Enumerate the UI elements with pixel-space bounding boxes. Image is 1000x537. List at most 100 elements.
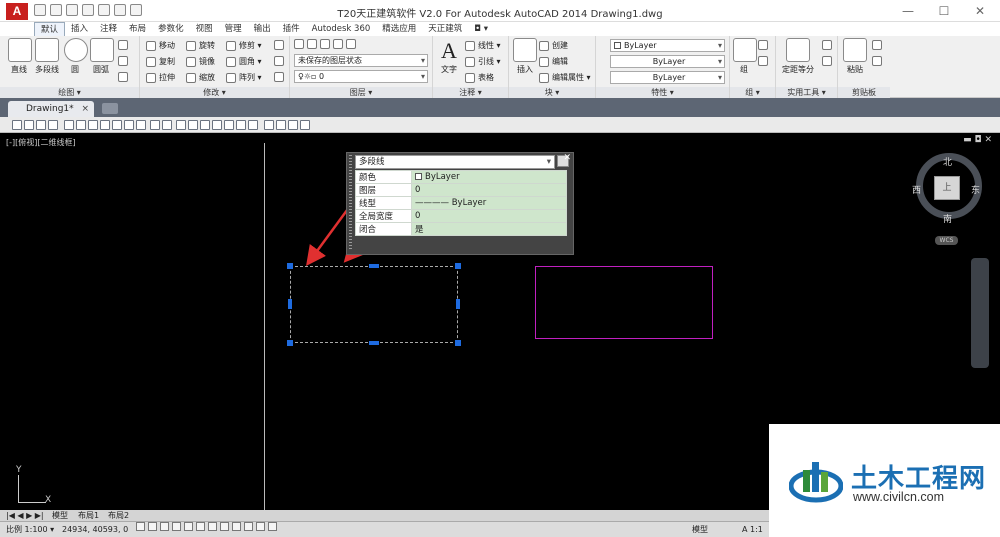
- leader-button[interactable]: 引线 ▾: [465, 56, 501, 67]
- rectangle-tool[interactable]: [118, 40, 128, 50]
- table-tool-icon[interactable]: [188, 120, 198, 130]
- clipboard-panel-title[interactable]: 剪贴板: [838, 87, 890, 98]
- export-tool-icon[interactable]: [264, 120, 274, 130]
- roof-icon[interactable]: [112, 120, 122, 130]
- tab-manage[interactable]: 管理: [219, 22, 248, 36]
- window-icon[interactable]: [76, 120, 86, 130]
- section-icon[interactable]: [162, 120, 172, 130]
- group-button[interactable]: 组: [733, 38, 757, 75]
- grip-top-right[interactable]: [455, 263, 461, 269]
- annotation-panel-title[interactable]: 注释 ▾: [433, 87, 508, 98]
- axis-icon[interactable]: [24, 120, 34, 130]
- grip-top-left[interactable]: [287, 263, 293, 269]
- compass-south[interactable]: 南: [943, 212, 952, 225]
- linear-dim-button[interactable]: 线性 ▾: [465, 40, 501, 51]
- erase-tool[interactable]: [274, 40, 284, 50]
- text-button[interactable]: A 文字: [436, 38, 462, 75]
- grip-mid-right[interactable]: [456, 299, 460, 309]
- door-icon[interactable]: [64, 120, 74, 130]
- current-layer-select[interactable]: ♀☼▫ 0: [294, 70, 428, 83]
- group-edit-tool[interactable]: [758, 56, 768, 66]
- insert-block-button[interactable]: 插入: [512, 38, 538, 75]
- column-icon[interactable]: [36, 120, 46, 130]
- quick-props-icon[interactable]: [256, 522, 265, 531]
- doc-tab-close[interactable]: ×: [81, 101, 89, 117]
- block-panel-title[interactable]: 块 ▾: [509, 87, 595, 98]
- view-tool-icon[interactable]: [212, 120, 222, 130]
- rotate-tool-icon[interactable]: [224, 120, 234, 130]
- mirror-tool-icon[interactable]: [236, 120, 246, 130]
- compass-north[interactable]: 北: [943, 155, 952, 168]
- compass-east[interactable]: 东: [971, 183, 980, 196]
- grip-bottom-left[interactable]: [287, 340, 293, 346]
- annotation-scale[interactable]: 比例 1:100 ▾: [6, 522, 54, 537]
- tab-parametric[interactable]: 参数化: [152, 22, 190, 36]
- group-panel-title[interactable]: 组 ▾: [730, 87, 775, 98]
- new-tab-button[interactable]: [102, 103, 118, 114]
- tab-annotate[interactable]: 注释: [94, 22, 123, 36]
- tab-default[interactable]: 默认: [34, 22, 66, 36]
- prop-value-global-width[interactable]: 0: [411, 209, 567, 223]
- tab-featured-apps[interactable]: 精选应用: [376, 22, 422, 36]
- grip-mid-bottom[interactable]: [369, 341, 379, 345]
- tab-layout[interactable]: 布局: [123, 22, 152, 36]
- rotate-button[interactable]: 旋转: [186, 40, 215, 51]
- pan-tool-icon[interactable]: [276, 120, 286, 130]
- prop-value-closed[interactable]: 是: [411, 222, 567, 236]
- transparency-icon[interactable]: [244, 522, 253, 531]
- cut-tool[interactable]: [872, 40, 882, 50]
- annotation-ratio[interactable]: A 1:1: [742, 522, 763, 537]
- move-button[interactable]: 移动: [146, 40, 175, 51]
- table-button[interactable]: 表格: [465, 72, 494, 83]
- viewport-label[interactable]: [-][俯视][二维线框]: [6, 137, 76, 148]
- lineweight-icon[interactable]: [232, 522, 241, 531]
- object-type-select[interactable]: 多段线: [355, 155, 555, 169]
- viewport-controls[interactable]: ▬ ◘ ✕: [963, 135, 992, 145]
- quick-select-tool[interactable]: [822, 40, 832, 50]
- arc-button[interactable]: 圆弧: [90, 38, 114, 75]
- snap-icon[interactable]: [136, 522, 145, 531]
- tab-layout2[interactable]: 布局2: [108, 510, 129, 521]
- navigation-bar[interactable]: [971, 258, 989, 368]
- grip-bottom-right[interactable]: [455, 340, 461, 346]
- measure-button[interactable]: 定距等分: [780, 38, 816, 75]
- vertical-line[interactable]: [264, 143, 265, 510]
- magenta-rectangle[interactable]: [535, 266, 713, 339]
- ellipse-tool[interactable]: [118, 56, 128, 66]
- viewcube-top[interactable]: 上: [934, 176, 960, 200]
- wcs-menu[interactable]: WCS: [935, 236, 958, 245]
- line-button[interactable]: 直线: [8, 38, 32, 75]
- prop-value-color[interactable]: ByLayer: [411, 170, 567, 184]
- layer-tool-icon[interactable]: [200, 120, 210, 130]
- trim-button[interactable]: 修剪 ▾: [226, 40, 262, 51]
- calculator-tool[interactable]: [822, 56, 832, 66]
- copy-clip-tool[interactable]: [872, 56, 882, 66]
- create-block-button[interactable]: 创建: [539, 40, 568, 51]
- paste-button[interactable]: 粘贴: [842, 38, 868, 75]
- tab-more[interactable]: ◘ ▾: [468, 22, 494, 36]
- ortho-icon[interactable]: [160, 522, 169, 531]
- mirror-button[interactable]: 镜像: [186, 56, 215, 67]
- layer-state-select[interactable]: 未保存的图层状态: [294, 54, 428, 67]
- circle-button[interactable]: 圆: [64, 38, 88, 75]
- tab-model[interactable]: 模型: [52, 510, 68, 521]
- selection-cycling-icon[interactable]: [268, 522, 277, 531]
- close-button[interactable]: ✕: [970, 4, 990, 18]
- dimension-tool-icon[interactable]: [124, 120, 134, 130]
- tab-insert[interactable]: 插入: [65, 22, 94, 36]
- print-tool-icon[interactable]: [300, 120, 310, 130]
- tab-autodesk360[interactable]: Autodesk 360: [306, 22, 377, 36]
- fillet-button[interactable]: 圆角 ▾: [226, 56, 262, 67]
- grip-mid-top[interactable]: [369, 264, 379, 268]
- explode-tool[interactable]: [274, 56, 284, 66]
- layer-tools[interactable]: [294, 39, 356, 49]
- tab-tangent-arch[interactable]: 天正建筑: [422, 22, 468, 36]
- panel-close-icon[interactable]: ✕: [563, 153, 571, 163]
- room-icon[interactable]: [100, 120, 110, 130]
- wall-icon[interactable]: [48, 120, 58, 130]
- prop-value-layer[interactable]: 0: [411, 183, 567, 197]
- minimize-button[interactable]: —: [898, 4, 918, 18]
- edit-block-button[interactable]: 编辑: [539, 56, 568, 67]
- scale-button[interactable]: 缩放: [186, 72, 215, 83]
- polyline-button[interactable]: 多段线: [34, 38, 60, 75]
